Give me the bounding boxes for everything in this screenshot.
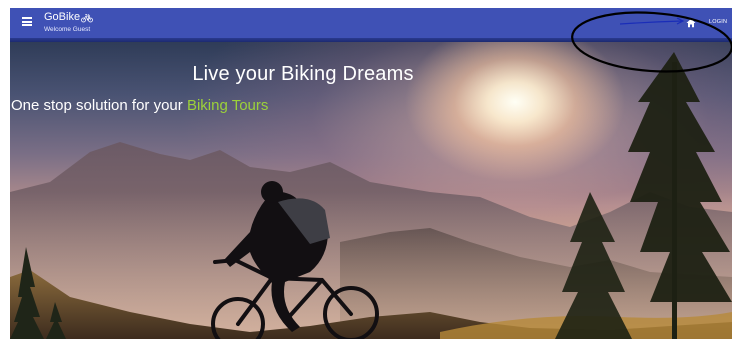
hero-title: Live your Biking Dreams bbox=[192, 63, 414, 85]
hero-background-image bbox=[10, 52, 732, 339]
hero-banner: Live your Biking Dreams One stop solutio… bbox=[10, 42, 732, 339]
brand-title: GoBike bbox=[44, 11, 93, 24]
app-bar: GoBike Welcome Guest LOGIN bbox=[10, 8, 732, 38]
hero-subtitle: One stop solution for your Biking Tours bbox=[11, 97, 268, 114]
login-button[interactable]: LOGIN bbox=[709, 19, 727, 25]
bicycle-icon bbox=[81, 13, 93, 22]
brand-name: GoBike bbox=[44, 11, 81, 23]
hero-subtitle-text: One stop solution for your bbox=[11, 97, 187, 114]
home-icon[interactable] bbox=[686, 18, 696, 28]
welcome-text: Welcome Guest bbox=[44, 26, 91, 33]
app-frame: GoBike Welcome Guest LOGIN Live your Bik… bbox=[10, 8, 732, 339]
brand[interactable]: GoBike Welcome Guest bbox=[44, 11, 93, 34]
hamburger-menu-icon[interactable] bbox=[22, 17, 32, 26]
hero-subtitle-highlight: Biking Tours bbox=[186, 97, 269, 114]
